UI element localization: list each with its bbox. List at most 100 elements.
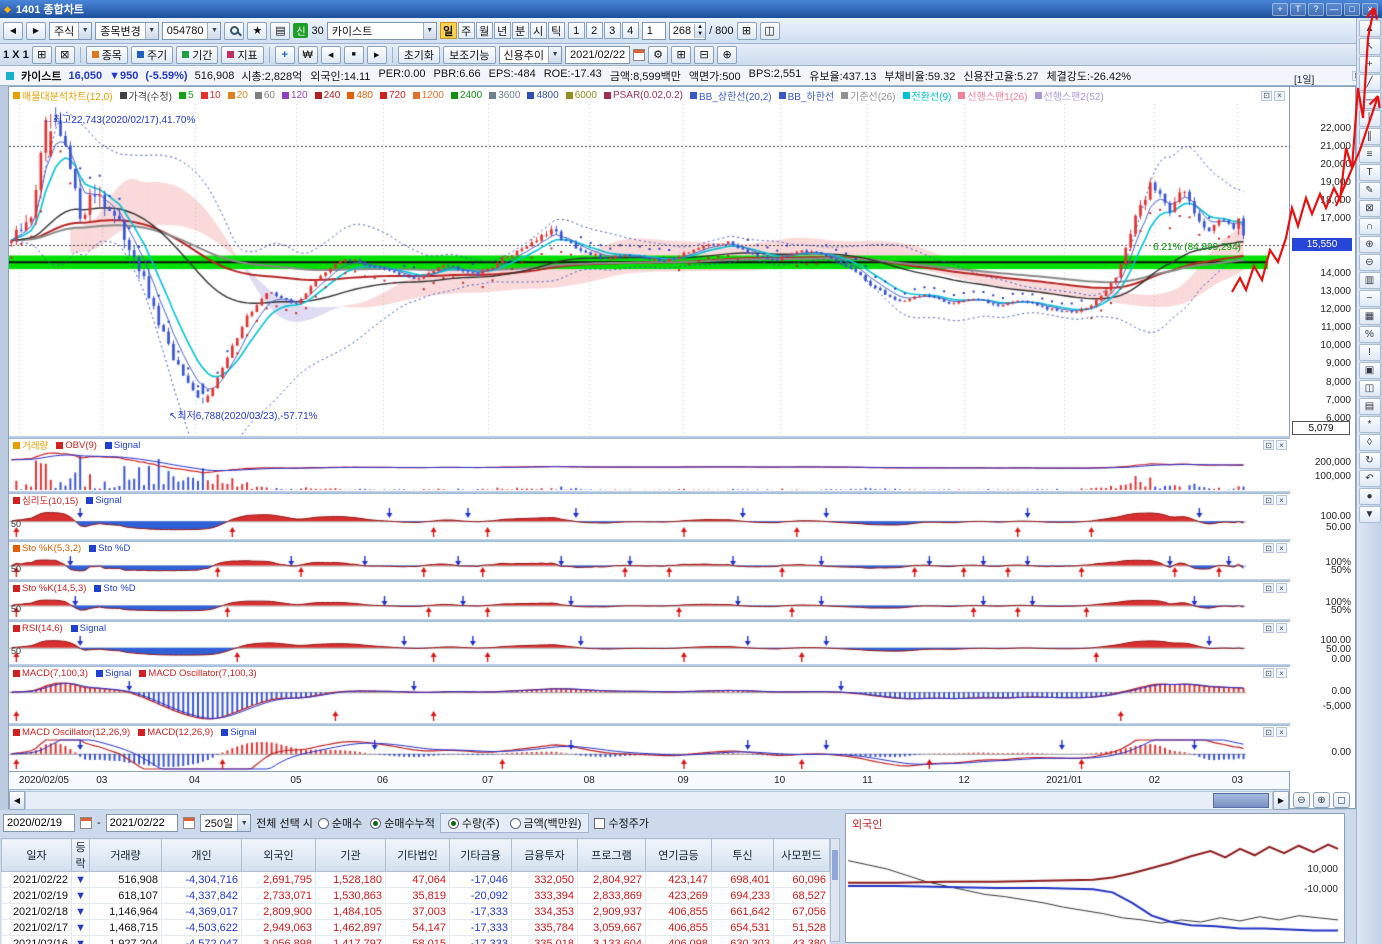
cursor-icon[interactable]: ↖ <box>1359 38 1381 55</box>
period-button-틱[interactable]: 틱 <box>548 22 565 39</box>
chart-date-input[interactable]: 2021/02/22 <box>565 46 630 64</box>
menu-button-종목[interactable]: 종목 <box>86 46 128 64</box>
column-header-7[interactable]: 기타금융 <box>450 839 512 872</box>
settings-button[interactable]: ⚙ <box>648 46 668 64</box>
fibonacci-icon[interactable]: ≡ <box>1359 146 1381 163</box>
horizontal-line-icon[interactable]: ─ <box>1359 92 1381 109</box>
undo-icon[interactable]: ↶ <box>1359 470 1381 487</box>
scroll-right-button[interactable]: ▶ <box>1273 791 1289 810</box>
zoom-in-icon[interactable]: ⊕ <box>1359 236 1381 253</box>
table-row[interactable]: 2021/02/16▼1,927,204-4,572,0473,056,8981… <box>2 936 830 944</box>
nav-back-button[interactable]: ◀ <box>3 22 23 40</box>
restore-icon[interactable]: □ <box>1344 3 1360 16</box>
net-buy-radio-0[interactable]: 순매수 <box>318 815 362 831</box>
grid-button[interactable]: ⊞ <box>671 46 691 64</box>
play-back-button[interactable]: ◀ <box>321 46 341 64</box>
title-bar[interactable]: ◆ 1401 종합차트 +T?—□× <box>0 0 1382 18</box>
menu-button-주기[interactable]: 주기 <box>131 46 173 64</box>
calendar-icon[interactable] <box>183 817 195 829</box>
grid-icon[interactable]: ▦ <box>1359 308 1381 325</box>
chart-horizontal-scrollbar[interactable]: ◀ ▶ <box>9 789 1289 810</box>
panel-close-icon[interactable]: × <box>1276 583 1287 593</box>
zoom-out-icon[interactable]: ⊖ <box>1359 254 1381 271</box>
scrollbar-track[interactable] <box>25 791 1273 810</box>
unit-radio-0[interactable]: 수량(주) <box>448 815 500 831</box>
save-icon[interactable]: ◫ <box>1359 380 1381 397</box>
font-icon[interactable]: T <box>1290 3 1306 16</box>
chart-grid-button[interactable]: ⊞ <box>737 22 757 40</box>
zoom-in-icon[interactable]: ⊕ <box>1313 792 1330 808</box>
panel-restore-icon[interactable]: ⊡ <box>1263 543 1274 553</box>
play-forward-button[interactable]: ▶ <box>367 46 387 64</box>
panel-restore-icon[interactable]: ⊡ <box>1263 583 1274 593</box>
indicator-canvas-stoch-fast[interactable] <box>9 554 1291 579</box>
period-button-시[interactable]: 시 <box>530 22 547 39</box>
nav-forward-button[interactable]: ▶ <box>26 22 46 40</box>
table-row[interactable]: 2021/02/22▼516,908-4,304,7162,691,7951,5… <box>2 872 830 888</box>
menu-button-기간[interactable]: 기간 <box>176 46 218 64</box>
column-header-1[interactable]: 등락 <box>72 839 90 872</box>
minute-button-4[interactable]: 4 <box>622 22 639 39</box>
indicator-canvas-volume[interactable] <box>9 451 1291 491</box>
table-scrollbar-thumb[interactable] <box>832 850 838 880</box>
print-icon[interactable]: ▤ <box>1359 398 1381 415</box>
panel-close-icon[interactable]: × <box>1276 543 1287 553</box>
scroll-bottom-icon[interactable]: ▼ <box>1359 506 1381 523</box>
column-header-12[interactable]: 사모펀드 <box>774 839 830 872</box>
bar-count-spinner[interactable]: 268▲▼ <box>669 22 706 40</box>
column-header-10[interactable]: 연기금등 <box>646 839 712 872</box>
zoom-out-icon[interactable]: ⊖ <box>1293 792 1310 808</box>
vertical-line-icon[interactable]: │ <box>1359 110 1381 127</box>
spinner-arrows[interactable]: ▲▼ <box>694 24 705 38</box>
layout-close-button[interactable]: ⊠ <box>55 46 75 64</box>
stock-code-combo[interactable]: 054780▼ <box>162 22 222 40</box>
diamond-icon[interactable]: ◊ <box>1359 434 1381 451</box>
panel-close-icon[interactable]: × <box>1276 440 1287 450</box>
stock-list-button[interactable]: ▤ <box>270 22 290 40</box>
panel-close-icon[interactable]: × <box>1276 495 1287 505</box>
chart-type-icon[interactable]: ▥ <box>1359 272 1381 289</box>
spin-down-icon[interactable]: ▼ <box>697 31 703 38</box>
scrollbar-thumb[interactable] <box>1213 793 1269 808</box>
crosshair-button[interactable]: + <box>275 46 295 64</box>
stock-name-combo[interactable]: 카이스트▼ <box>327 22 437 40</box>
column-header-11[interactable]: 투신 <box>712 839 774 872</box>
lock-icon[interactable]: ● <box>1359 488 1381 505</box>
channel-icon[interactable]: ∥ <box>1359 128 1381 145</box>
minute-button-1[interactable]: 1 <box>568 22 585 39</box>
refresh-icon[interactable]: ↻ <box>1359 452 1381 469</box>
spin-up-icon[interactable]: ▲ <box>697 24 703 31</box>
column-header-0[interactable]: 일자 <box>2 839 72 872</box>
magnet-icon[interactable]: ∩ <box>1359 218 1381 235</box>
period-button-주[interactable]: 주 <box>458 22 475 39</box>
indicator-canvas-stoch-slow[interactable] <box>9 594 1291 619</box>
period-button-분[interactable]: 분 <box>512 22 529 39</box>
layout-grid-button[interactable]: ⊞ <box>32 46 52 64</box>
range-select[interactable]: 250일▼ <box>200 814 251 832</box>
price-axis[interactable]: 15,550 5,079 ⊖ ⊕ ◻ 22,00021,00020,00019,… <box>1290 86 1356 809</box>
date-from-input[interactable] <box>3 814 75 832</box>
indicator-canvas-macd-fast[interactable] <box>9 679 1291 723</box>
column-header-2[interactable]: 거래량 <box>90 839 162 872</box>
pin-icon[interactable]: + <box>1272 3 1288 16</box>
minimize-icon[interactable]: — <box>1326 3 1342 16</box>
stock-change-select[interactable]: 종목변경▼ <box>95 22 158 40</box>
adjusted-price-checkbox[interactable]: 수정주가 <box>594 815 648 831</box>
snapshot-icon[interactable]: ▣ <box>1359 362 1381 379</box>
net-buy-radio-1[interactable]: 순매수누적 <box>370 815 435 831</box>
percent-icon[interactable]: % <box>1359 326 1381 343</box>
column-header-9[interactable]: 프로그램 <box>578 839 646 872</box>
search-button[interactable] <box>224 22 244 40</box>
alert-icon[interactable]: ! <box>1359 344 1381 361</box>
panel-restore-icon[interactable]: ⊡ <box>1263 495 1274 505</box>
settings-icon[interactable]: * <box>1359 416 1381 433</box>
text-tool-icon[interactable]: T <box>1359 164 1381 181</box>
trendline-icon[interactable]: ╱ <box>1359 74 1381 91</box>
indicator-canvas-sentiment[interactable] <box>9 506 1291 539</box>
aux-function-button[interactable]: 보조기능 <box>443 46 495 64</box>
indicator-canvas-macd-slow[interactable] <box>9 738 1291 771</box>
unit-radio-1[interactable]: 금액(백만원) <box>510 815 582 831</box>
date-to-input[interactable] <box>106 814 178 832</box>
panel-restore-icon[interactable]: ⊡ <box>1263 668 1274 678</box>
table-row[interactable]: 2021/02/17▼1,468,715-4,503,6222,949,0631… <box>2 920 830 936</box>
